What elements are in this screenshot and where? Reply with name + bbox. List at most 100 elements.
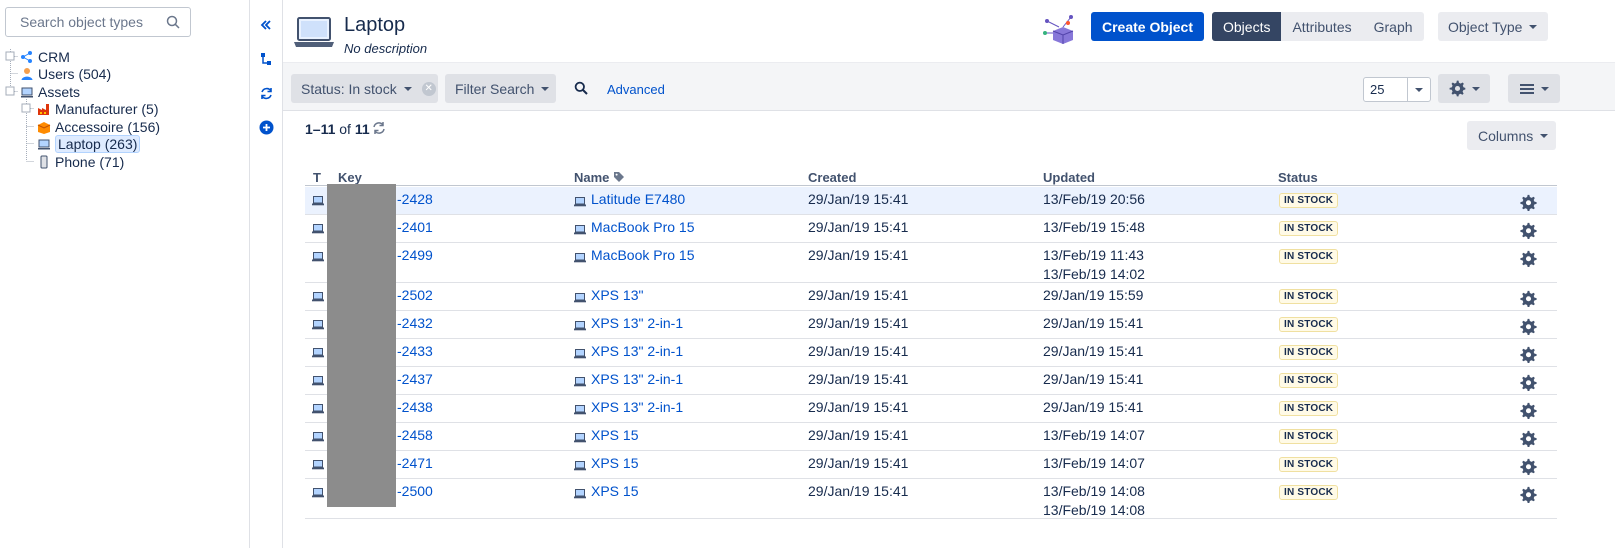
column-header-name[interactable]: Name xyxy=(574,170,625,185)
object-key-link[interactable]: -2432 xyxy=(397,315,433,331)
object-type-search-input[interactable] xyxy=(6,8,156,36)
object-name-link[interactable]: XPS 13" 2-in-1 xyxy=(574,371,683,387)
laptop-icon xyxy=(574,222,586,235)
object-name-link[interactable]: XPS 13" 2-in-1 xyxy=(574,343,683,359)
object-name-link[interactable]: XPS 13" 2-in-1 xyxy=(574,399,683,415)
page-size-value[interactable]: 25 xyxy=(1364,78,1408,101)
updated-cell: 13/Feb/19 20:56 xyxy=(1043,191,1145,207)
table-row[interactable]: -2500 XPS 15 29/Jan/19 15:41 13/Feb/19 14:0… xyxy=(305,479,1557,519)
tree-item-assets[interactable]: Assets xyxy=(20,83,80,100)
table-row[interactable]: -2433 XPS 13" 2-in-1 29/Jan/19 15:41 29/Jan… xyxy=(305,339,1557,367)
object-name-link[interactable]: Latitude E7480 xyxy=(574,191,685,207)
status-filter-chip[interactable]: Status: In stock ✕ xyxy=(291,74,438,103)
page-title: Laptop xyxy=(344,14,406,36)
table-row[interactable]: -2471 XPS 15 29/Jan/19 15:41 13/Feb/19 14:0… xyxy=(305,451,1557,479)
row-actions-gear-icon[interactable] xyxy=(1520,430,1537,447)
column-header-updated[interactable]: Updated xyxy=(1043,170,1095,185)
tree-item-label: Laptop (263) xyxy=(55,134,141,153)
table-row[interactable]: -2458 XPS 15 29/Jan/19 15:41 13/Feb/19 14:0… xyxy=(305,423,1557,451)
created-cell: 29/Jan/19 15:41 xyxy=(808,483,909,499)
table-row[interactable]: -2437 XPS 13" 2-in-1 29/Jan/19 15:41 29/Jan… xyxy=(305,367,1557,395)
object-name-link[interactable]: XPS 15 xyxy=(574,427,638,443)
collapse-panel-button[interactable] xyxy=(258,17,274,33)
row-actions-gear-icon[interactable] xyxy=(1520,402,1537,419)
tree-item-accessoire[interactable]: Accessoire (156) xyxy=(37,118,160,135)
object-key-link[interactable]: -2458 xyxy=(397,427,433,443)
laptop-icon xyxy=(312,345,324,358)
object-name-link[interactable]: XPS 13" xyxy=(574,287,643,303)
object-key-link[interactable]: -2502 xyxy=(397,287,433,303)
object-name-label: XPS 13" 2-in-1 xyxy=(591,315,684,331)
object-key-link[interactable]: -2437 xyxy=(397,371,433,387)
table-row[interactable]: -2428 Latitude E7480 29/Jan/19 15:41 13/Feb… xyxy=(305,187,1557,215)
row-actions-gear-icon[interactable] xyxy=(1520,290,1537,307)
add-object-type-button[interactable] xyxy=(258,119,274,135)
row-actions-gear-icon[interactable] xyxy=(1520,374,1537,391)
row-actions-gear-icon[interactable] xyxy=(1520,486,1537,503)
clear-filter-icon[interactable]: ✕ xyxy=(421,81,436,96)
page-size-select[interactable]: 25 xyxy=(1363,77,1431,102)
box-icon xyxy=(37,120,51,134)
tab-objects[interactable]: Objects xyxy=(1212,12,1282,41)
laptop-icon xyxy=(574,374,586,387)
object-name-link[interactable]: MacBook Pro 15 xyxy=(574,219,695,235)
row-actions-gear-icon[interactable] xyxy=(1520,346,1537,363)
table-row[interactable]: -2401 MacBook Pro 15 29/Jan/19 15:41 13/Feb… xyxy=(305,215,1557,243)
object-name-link[interactable]: XPS 15 xyxy=(574,483,638,499)
column-header-type[interactable]: T xyxy=(313,170,321,185)
tree-item-label: Assets xyxy=(38,83,81,100)
row-actions-gear-icon[interactable] xyxy=(1520,194,1537,211)
search-icon[interactable] xyxy=(166,15,180,29)
tab-attributes[interactable]: Attributes xyxy=(1281,12,1363,41)
object-name-link[interactable]: XPS 13" 2-in-1 xyxy=(574,315,683,331)
object-name-label: XPS 15 xyxy=(591,483,639,499)
status-badge: IN STOCK xyxy=(1279,485,1339,500)
tree-item-users[interactable]: Users (504) xyxy=(20,65,111,82)
sync-tree-button[interactable] xyxy=(258,85,274,101)
table-row[interactable]: -2502 XPS 13" 29/Jan/19 15:41 29/Jan/19 15:… xyxy=(305,283,1557,311)
column-header-key[interactable]: Key xyxy=(338,170,362,185)
page-size-dropdown-toggle[interactable] xyxy=(1408,78,1430,101)
object-key-link[interactable]: -2438 xyxy=(397,399,433,415)
status-badge: IN STOCK xyxy=(1279,401,1339,416)
updated-cell: 13/Feb/19 15:48 xyxy=(1043,219,1145,235)
object-type-menu-button[interactable]: Object Type xyxy=(1438,12,1548,41)
table-row[interactable]: -2432 XPS 13" 2-in-1 29/Jan/19 15:41 29/Jan… xyxy=(305,311,1557,339)
object-type-search[interactable] xyxy=(5,7,191,37)
create-object-button[interactable]: Create Object xyxy=(1091,12,1204,41)
filter-search-dropdown[interactable]: Filter Search xyxy=(445,74,556,103)
view-switcher: Objects Attributes Graph xyxy=(1212,12,1424,41)
row-actions-gear-icon[interactable] xyxy=(1520,250,1537,267)
object-key-link[interactable]: -2433 xyxy=(397,343,433,359)
column-header-created[interactable]: Created xyxy=(808,170,856,185)
tag-icon xyxy=(614,172,625,182)
object-key-link[interactable]: -2471 xyxy=(397,455,433,471)
advanced-search-link[interactable]: Advanced xyxy=(607,82,665,97)
tree-item-crm[interactable]: CRM xyxy=(20,48,70,65)
view-options-button[interactable] xyxy=(1508,74,1560,103)
row-actions-gear-icon[interactable] xyxy=(1520,318,1537,335)
columns-button[interactable]: Columns xyxy=(1467,121,1556,150)
tree-item-phone[interactable]: Phone (71) xyxy=(37,153,124,170)
hierarchy-button[interactable] xyxy=(258,51,274,67)
table-row[interactable]: -2438 XPS 13" 2-in-1 29/Jan/19 15:41 29/Jan… xyxy=(305,395,1557,423)
tree-item-manufacturer[interactable]: Manufacturer (5) xyxy=(37,100,158,117)
column-header-status[interactable]: Status xyxy=(1278,170,1318,185)
search-icon[interactable] xyxy=(574,81,588,95)
list-icon xyxy=(1520,83,1534,94)
object-key-link[interactable]: -2500 xyxy=(397,483,433,499)
object-type-menu-label: Object Type xyxy=(1448,18,1523,35)
tree-item-laptop[interactable]: Laptop (263) xyxy=(37,134,141,153)
table-row[interactable]: -2499 MacBook Pro 15 29/Jan/19 15:41 13/Feb… xyxy=(305,243,1557,283)
object-name-link[interactable]: MacBook Pro 15 xyxy=(574,247,695,263)
refresh-icon[interactable] xyxy=(371,120,387,136)
row-actions-gear-icon[interactable] xyxy=(1520,458,1537,475)
settings-menu-button[interactable] xyxy=(1438,74,1490,103)
object-name-link[interactable]: XPS 15 xyxy=(574,455,638,471)
tab-graph[interactable]: Graph xyxy=(1362,12,1424,41)
object-key-link[interactable]: -2499 xyxy=(397,247,433,263)
object-type-header: Laptop No description Create Object Obje… xyxy=(283,0,1615,62)
object-key-link[interactable]: -2428 xyxy=(397,191,433,207)
object-key-link[interactable]: -2401 xyxy=(397,219,433,235)
row-actions-gear-icon[interactable] xyxy=(1520,222,1537,239)
